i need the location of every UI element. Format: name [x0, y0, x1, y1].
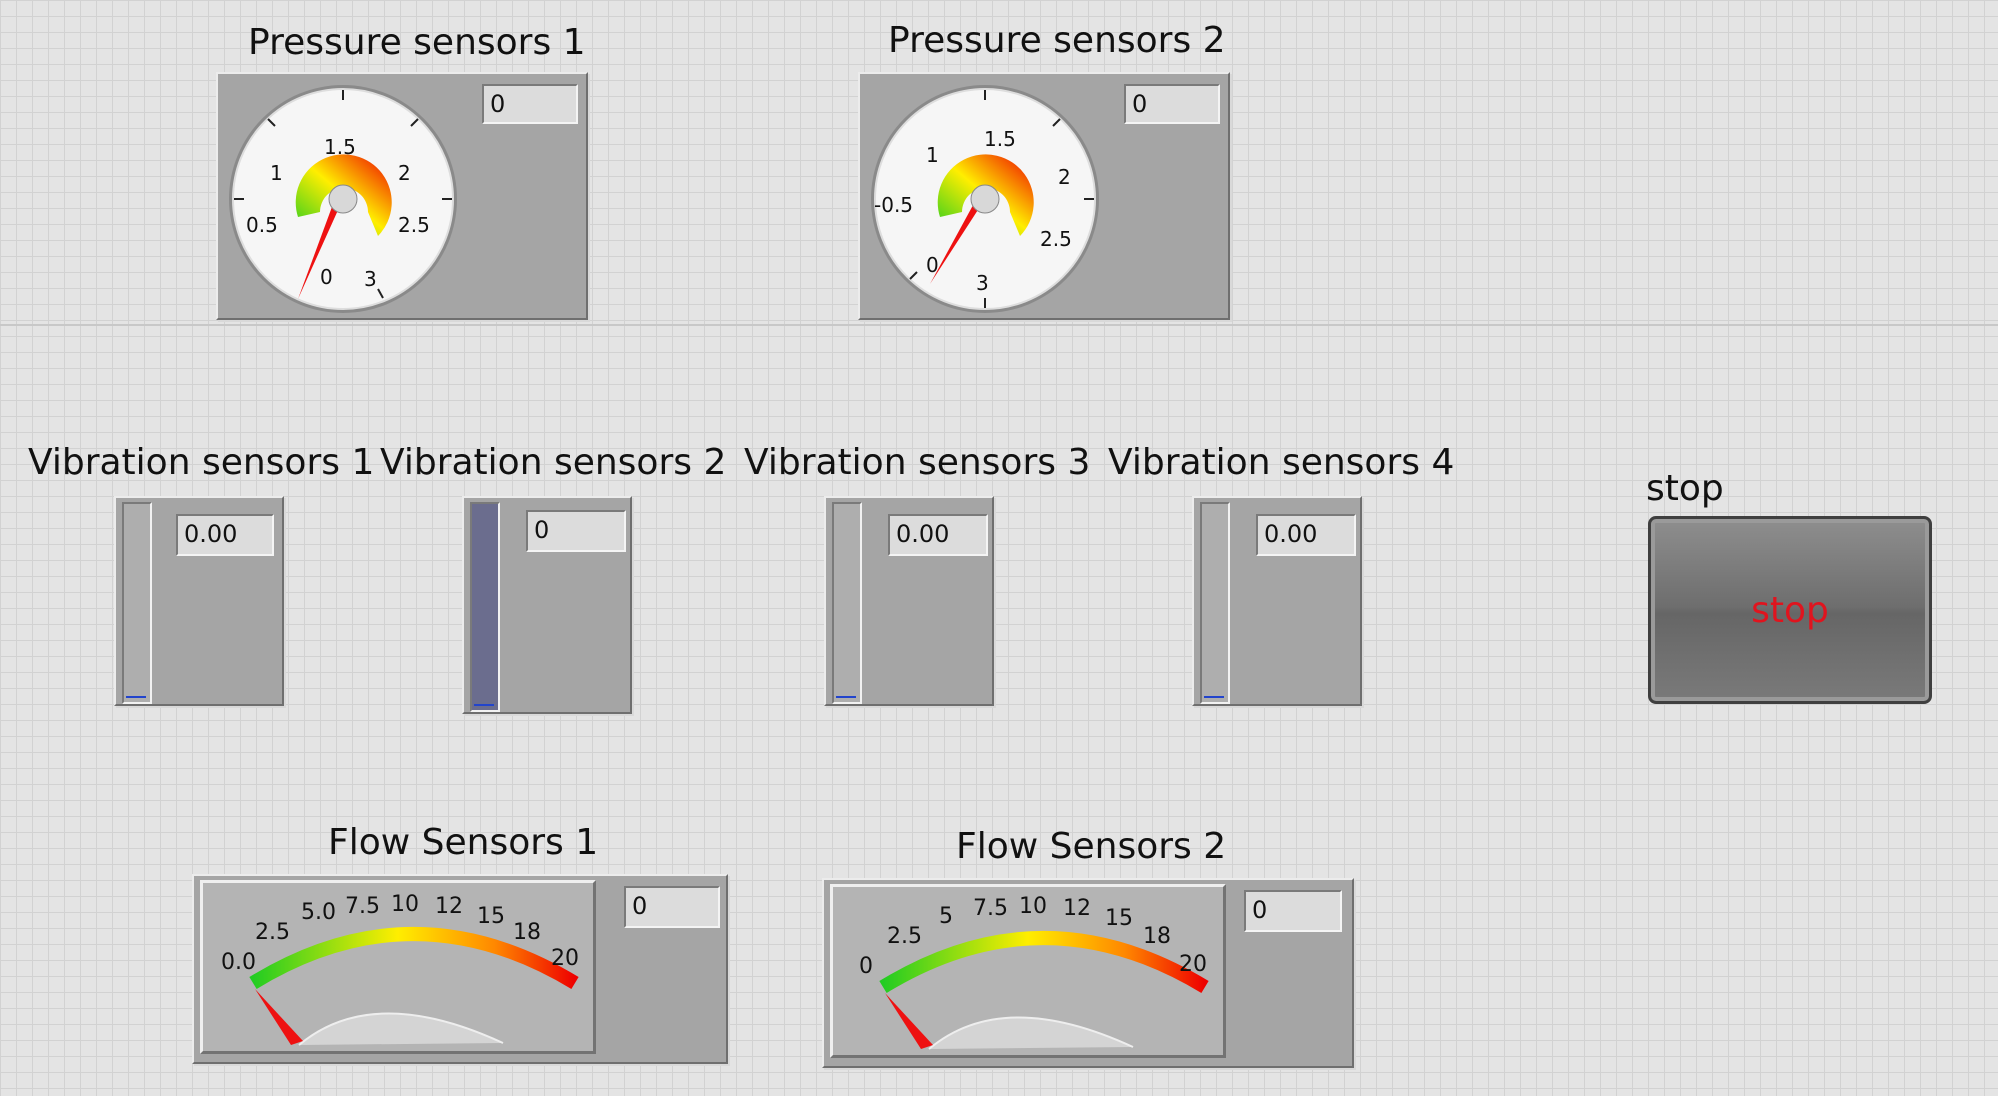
vibration-sensor-3-tank — [832, 502, 862, 704]
pressure-sensor-2-panel: 0 -0.5 1 1.5 2 2.5 3 0 — [858, 72, 1230, 320]
tick-label: 7.5 — [973, 896, 1008, 921]
pressure-sensor-2-label: Pressure sensors 2 — [888, 20, 1226, 61]
vibration-sensor-4-label: Vibration sensors 4 — [1108, 442, 1455, 483]
flow-sensor-2-meter[interactable]: 0 2.5 5 7.5 10 12 15 18 20 — [830, 884, 1226, 1058]
tick-label: 2.5 — [255, 920, 290, 945]
flow-sensor-2-label: Flow Sensors 2 — [956, 826, 1227, 867]
level-marker — [1204, 696, 1224, 698]
tick-label: 12 — [1063, 896, 1091, 921]
tick-label: 10 — [391, 892, 419, 917]
vibration-sensor-3-panel: 0.00 — [824, 496, 994, 706]
tick-label: 5 — [939, 904, 953, 929]
tick-label: 20 — [1179, 952, 1207, 977]
tick-label: 1 — [270, 161, 283, 185]
tick-label: 7.5 — [345, 894, 380, 919]
tick-label: 1.5 — [984, 127, 1016, 151]
pressure-sensor-1-gauge[interactable]: 0 0.5 1 1.5 2 2.5 3 — [228, 84, 458, 314]
vibration-sensor-2-panel: 0 — [462, 496, 632, 714]
vibration-sensor-2-label: Vibration sensors 2 — [380, 442, 727, 483]
pressure-sensor-1-panel: 0 0.5 1 1.5 2 2.5 3 0 — [216, 72, 588, 320]
flow-sensor-1-label: Flow Sensors 1 — [328, 822, 599, 863]
level-marker — [836, 696, 856, 698]
tick-label: 2.5 — [398, 213, 430, 237]
tick-label: 3 — [364, 267, 377, 291]
flow-sensor-1-meter[interactable]: 0.0 2.5 5.0 7.5 10 12 15 18 20 — [200, 880, 596, 1054]
flow-sensor-1-panel: 0.0 2.5 5.0 7.5 10 12 15 18 20 0 — [192, 874, 728, 1064]
tick-label: 2.5 — [1040, 227, 1072, 251]
tick-label: 5.0 — [301, 900, 336, 925]
flow-sensor-2-value: 0 — [1244, 890, 1342, 932]
pressure-sensor-2-value: 0 — [1124, 84, 1220, 124]
tick-label: 0 — [859, 954, 873, 979]
vibration-sensor-3-value: 0.00 — [888, 514, 988, 556]
vibration-sensor-2-value: 0 — [526, 510, 626, 552]
tick-label: 20 — [551, 946, 579, 971]
tick-label: 2 — [1058, 165, 1071, 189]
tick-label: 18 — [1143, 924, 1171, 949]
pressure-sensor-2-gauge[interactable]: 0 -0.5 1 1.5 2 2.5 3 — [870, 84, 1100, 314]
tick-label: 3 — [976, 271, 989, 295]
tick-label: 0 — [320, 265, 333, 289]
vibration-sensor-3-label: Vibration sensors 3 — [744, 442, 1091, 483]
tick-label: 0 — [926, 253, 939, 277]
tick-label: 1.5 — [324, 135, 356, 159]
tick-label: 18 — [513, 920, 541, 945]
tick-label: -0.5 — [874, 193, 913, 217]
vibration-sensor-1-panel: 0.00 — [114, 496, 284, 706]
vibration-sensor-4-value: 0.00 — [1256, 514, 1356, 556]
tick-label: 2.5 — [887, 924, 922, 949]
tick-label: 0.5 — [246, 213, 278, 237]
tick-label: 12 — [435, 894, 463, 919]
vibration-sensor-4-tank — [1200, 502, 1230, 704]
vibration-sensor-4-panel: 0.00 — [1192, 496, 1362, 706]
level-marker — [126, 696, 146, 698]
stop-label: stop — [1646, 468, 1724, 509]
tick-label: 15 — [1105, 906, 1133, 931]
flow-sensor-2-panel: 0 2.5 5 7.5 10 12 15 18 20 0 — [822, 878, 1354, 1068]
stop-button-text: stop — [1751, 589, 1829, 631]
vibration-sensor-1-tank — [122, 502, 152, 704]
level-marker — [474, 704, 494, 706]
flow-sensor-1-value: 0 — [624, 886, 720, 928]
vibration-sensor-1-label: Vibration sensors 1 — [28, 442, 375, 483]
pressure-sensor-1-value: 0 — [482, 84, 578, 124]
tick-label: 1 — [926, 143, 939, 167]
pressure-sensor-1-label: Pressure sensors 1 — [248, 22, 586, 63]
tick-label: 2 — [398, 161, 411, 185]
section-divider — [0, 324, 1998, 326]
tick-label: 0.0 — [221, 950, 256, 975]
tick-label: 10 — [1019, 894, 1047, 919]
tick-label: 15 — [477, 904, 505, 929]
stop-button[interactable]: stop — [1648, 516, 1932, 704]
vibration-sensor-1-value: 0.00 — [176, 514, 274, 556]
vibration-sensor-2-tank — [470, 502, 500, 712]
